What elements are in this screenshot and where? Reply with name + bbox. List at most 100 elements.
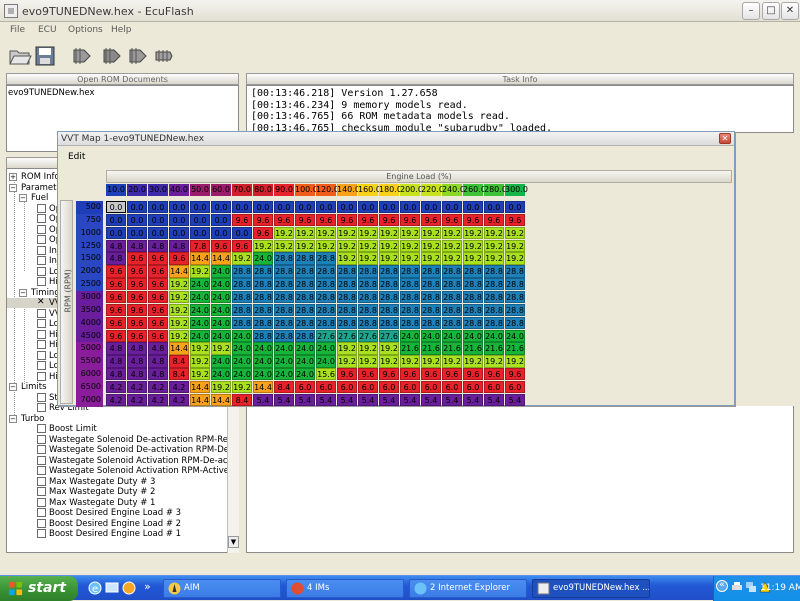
table-cell[interactable]: 8.4: [274, 380, 294, 394]
table-cell[interactable]: 9.6: [169, 252, 189, 265]
table-cell[interactable]: 24.0: [274, 342, 294, 355]
table-cell[interactable]: 9.6: [421, 213, 441, 227]
table-cell[interactable]: 4.8: [148, 368, 168, 381]
table-cell[interactable]: 19.2: [505, 226, 525, 240]
table-cell[interactable]: 28.8: [400, 303, 420, 317]
table-cell[interactable]: 9.6: [400, 213, 420, 227]
tree-item[interactable]: Boost Desired Engine Load # 3: [7, 508, 229, 518]
table-cell[interactable]: 5.4: [379, 393, 399, 407]
open-folder-icon[interactable]: [8, 44, 32, 68]
table-cell[interactable]: 24.0: [400, 329, 420, 342]
table-cell[interactable]: 9.6: [127, 252, 147, 265]
checkbox[interactable]: [37, 203, 46, 213]
table-cell[interactable]: 5.4: [421, 393, 441, 407]
table-cell[interactable]: 9.6: [127, 316, 147, 329]
collapse-icon[interactable]: −: [9, 183, 17, 192]
table-cell[interactable]: 19.2: [421, 239, 441, 252]
table-cell[interactable]: 27.6: [358, 329, 378, 342]
maximize-button[interactable]: □: [762, 2, 780, 20]
checkbox[interactable]: [37, 508, 46, 517]
checkbox[interactable]: [37, 434, 46, 444]
table-cell[interactable]: 24.0: [253, 342, 273, 355]
table-cell[interactable]: 19.2: [442, 226, 462, 240]
checkbox[interactable]: [37, 518, 46, 528]
checkbox[interactable]: [37, 350, 46, 360]
table-cell[interactable]: 28.8: [316, 303, 336, 317]
test-write-chip-icon[interactable]: [126, 44, 150, 68]
table-cell[interactable]: 4.8: [127, 239, 147, 252]
table-cell[interactable]: 0.0: [316, 201, 336, 214]
table-cell[interactable]: 28.8: [232, 278, 252, 291]
table-cell[interactable]: 0.0: [379, 201, 399, 214]
tree-item[interactable]: Boost Desired Engine Load # 1: [7, 529, 229, 539]
table-cell[interactable]: 27.6: [337, 329, 357, 342]
checkbox[interactable]: [37, 214, 46, 223]
table-cell[interactable]: 19.2: [421, 226, 441, 240]
table-cell[interactable]: 0.0: [274, 201, 294, 214]
table-cell[interactable]: 28.8: [358, 316, 378, 329]
table-cell[interactable]: 28.8: [400, 265, 420, 278]
table-cell[interactable]: 19.2: [400, 239, 420, 252]
table-cell[interactable]: 19.2: [484, 239, 504, 252]
table-cell[interactable]: 19.2: [190, 355, 210, 368]
table-cell[interactable]: 5.4: [295, 393, 315, 407]
table-cell[interactable]: 0.0: [190, 201, 210, 214]
table-cell[interactable]: 24.0: [316, 355, 336, 368]
table-cell[interactable]: 24.0: [211, 355, 231, 368]
table-cell[interactable]: 4.8: [127, 342, 147, 355]
table-cell[interactable]: 28.8: [232, 290, 252, 304]
table-cell[interactable]: 24.0: [211, 316, 231, 329]
table-cell[interactable]: 4.8: [127, 355, 147, 368]
table-cell[interactable]: 24.0: [463, 329, 483, 342]
table-cell[interactable]: 9.6: [106, 316, 126, 329]
table-cell[interactable]: 19.2: [274, 226, 294, 240]
table-cell[interactable]: 9.6: [274, 213, 294, 227]
table-cell[interactable]: 4.8: [148, 239, 168, 252]
table-cell[interactable]: 28.8: [295, 278, 315, 291]
checkbox[interactable]: [37, 455, 46, 465]
table-cell[interactable]: 15.6: [316, 368, 336, 381]
table-cell[interactable]: 0.0: [148, 226, 168, 240]
table-cell[interactable]: 19.2: [463, 355, 483, 368]
checkbox[interactable]: [37, 445, 46, 454]
table-cell[interactable]: 28.8: [484, 290, 504, 304]
table-cell[interactable]: 19.2: [442, 355, 462, 368]
table-cell[interactable]: 28.8: [358, 290, 378, 304]
table-cell[interactable]: 28.8: [316, 316, 336, 329]
table-cell[interactable]: 19.2: [337, 252, 357, 265]
desktop-quicklaunch-icon[interactable]: [105, 581, 119, 595]
table-cell[interactable]: 28.8: [400, 278, 420, 291]
table-cell[interactable]: 19.2: [379, 252, 399, 265]
table-cell[interactable]: 4.2: [127, 393, 147, 407]
table-cell[interactable]: 28.8: [421, 265, 441, 278]
checkbox[interactable]: [37, 277, 46, 286]
table-cell[interactable]: 24.0: [211, 290, 231, 304]
table-cell[interactable]: 19.2: [400, 355, 420, 368]
table-cell[interactable]: 24.0: [190, 303, 210, 317]
table-cell[interactable]: 9.6: [148, 303, 168, 317]
table-cell[interactable]: 19.2: [316, 239, 336, 252]
table-cell[interactable]: 19.2: [358, 355, 378, 368]
table-cell[interactable]: 14.4: [169, 342, 189, 355]
table-cell[interactable]: 28.8: [232, 303, 252, 317]
table-cell[interactable]: 9.6: [505, 213, 525, 227]
checkbox[interactable]: [37, 487, 46, 496]
table-cell[interactable]: 6.0: [316, 380, 336, 394]
table-cell[interactable]: 28.8: [253, 329, 273, 342]
table-cell[interactable]: 19.2: [505, 252, 525, 265]
table-cell[interactable]: 9.6: [253, 226, 273, 240]
table-cell[interactable]: 0.0: [253, 201, 273, 214]
table-cell[interactable]: 28.8: [400, 290, 420, 304]
table-cell[interactable]: 9.6: [127, 303, 147, 317]
table-cell[interactable]: 19.2: [442, 239, 462, 252]
quicklaunch-more[interactable]: »: [144, 580, 151, 593]
tree-item[interactable]: Max Wastegate Duty # 3: [7, 476, 229, 487]
table-cell[interactable]: 9.6: [337, 368, 357, 381]
table-cell[interactable]: 24.0: [211, 329, 231, 342]
tray-expand-chevron[interactable]: «: [716, 580, 728, 592]
rom-document-item[interactable]: evo9TUNEDNew.hex: [8, 88, 95, 98]
table-cell[interactable]: 28.8: [379, 316, 399, 329]
table-cell[interactable]: 28.8: [505, 303, 525, 317]
table-cell[interactable]: 28.8: [379, 265, 399, 278]
menu-help[interactable]: Help: [111, 25, 132, 35]
